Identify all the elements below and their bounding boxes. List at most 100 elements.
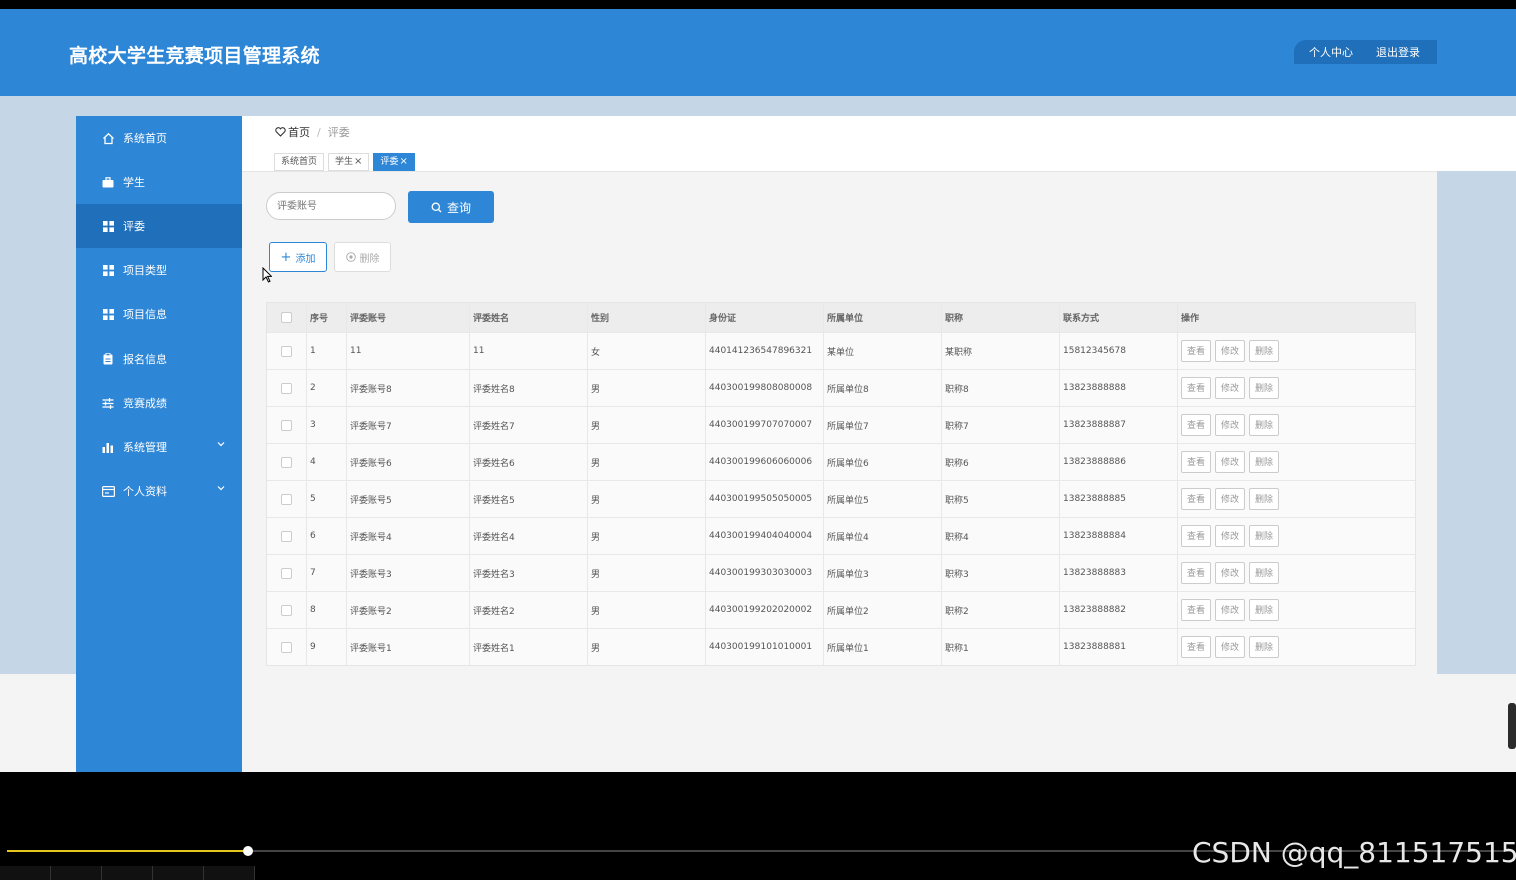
row-checkbox[interactable] xyxy=(281,382,292,394)
sliders-icon xyxy=(101,396,115,410)
progress-thumb[interactable] xyxy=(243,846,253,856)
tab-judges[interactable]: 评委 × xyxy=(373,153,415,171)
watermark: CSDN @qq_811517515 xyxy=(1192,836,1516,869)
table-cell: 13823888885 xyxy=(1059,481,1177,517)
table-cell: 职称1 xyxy=(941,629,1059,665)
table-cell: 7 xyxy=(306,555,346,591)
add-button[interactable]: + 添加 xyxy=(269,242,327,272)
edit-button[interactable]: 修改 xyxy=(1215,525,1246,547)
delete-button[interactable]: 删除 xyxy=(1249,414,1280,436)
sidebar-item-label: 竞赛成绩 xyxy=(123,397,167,410)
table-header-row: 序号 评委账号 评委姓名 性别 身份证 所属单位 职称 联系方式 操作 xyxy=(267,303,1415,332)
table-cell: 职称2 xyxy=(941,592,1059,628)
edit-button[interactable]: 修改 xyxy=(1215,599,1246,621)
delete-button[interactable]: 删除 xyxy=(1249,377,1280,399)
view-button[interactable]: 查看 xyxy=(1181,414,1212,436)
select-all-checkbox[interactable] xyxy=(281,312,292,323)
row-checkbox[interactable] xyxy=(281,493,292,505)
row-select-cell xyxy=(267,444,306,480)
edit-button[interactable]: 修改 xyxy=(1215,562,1246,584)
tab-student[interactable]: 学生 × xyxy=(328,153,370,171)
player-control-slot[interactable] xyxy=(153,866,204,880)
actions-cell: 查看 修改 删除 xyxy=(1177,592,1415,628)
breadcrumb-home[interactable]: 首页 xyxy=(288,124,310,140)
table-cell: 13823888884 xyxy=(1059,518,1177,554)
user-center-link[interactable]: 个人中心 xyxy=(1309,44,1353,60)
row-checkbox[interactable] xyxy=(281,641,292,653)
table-row: 3 评委账号7 评委姓名7 男 440300199707070007 所属单位7 职称7 13… xyxy=(267,406,1415,443)
table-cell: 男 xyxy=(587,518,705,554)
add-button-label: 添加 xyxy=(295,253,316,265)
table-cell: 440300199202020002 xyxy=(705,592,823,628)
sidebar-item-scores[interactable]: 竞赛成绩 xyxy=(76,381,242,425)
app-window: 高校大学生竞赛项目管理系统 个人中心 退出登录 系统首页 学生 评委 项目类型 … xyxy=(0,9,1516,772)
table-cell: 6 xyxy=(306,518,346,554)
edit-button[interactable]: 修改 xyxy=(1215,340,1246,362)
view-button[interactable]: 查看 xyxy=(1181,562,1212,584)
edit-button[interactable]: 修改 xyxy=(1215,414,1246,436)
sidebar-item-system-admin[interactable]: 系统管理 xyxy=(76,425,242,469)
delete-button[interactable]: 删除 xyxy=(1249,525,1280,547)
sidebar-item-project-info[interactable]: 项目信息 xyxy=(76,292,242,336)
row-checkbox[interactable] xyxy=(281,604,292,616)
table-cell: 男 xyxy=(587,444,705,480)
row-checkbox[interactable] xyxy=(281,567,292,579)
delete-button[interactable]: 删除 xyxy=(1249,488,1280,510)
sidebar-item-registration[interactable]: 报名信息 xyxy=(76,337,242,381)
view-button[interactable]: 查看 xyxy=(1181,599,1212,621)
close-icon[interactable]: × xyxy=(399,154,407,170)
delete-button[interactable]: 删除 xyxy=(1249,451,1280,473)
row-checkbox[interactable] xyxy=(281,456,292,468)
row-select-cell xyxy=(267,518,306,554)
table-cell: 评委姓名5 xyxy=(469,481,587,517)
table-cell: 评委账号4 xyxy=(346,518,469,554)
player-control-slot[interactable] xyxy=(102,866,153,880)
view-button[interactable]: 查看 xyxy=(1181,525,1212,547)
table-cell: 评委账号1 xyxy=(346,629,469,665)
sidebar-item-judges[interactable]: 评委 xyxy=(76,204,242,248)
table-cell: 所属单位2 xyxy=(823,592,941,628)
view-button[interactable]: 查看 xyxy=(1181,340,1212,362)
table-cell: 职称7 xyxy=(941,407,1059,443)
delete-button[interactable]: 删除 xyxy=(1249,636,1280,658)
close-icon[interactable]: × xyxy=(354,154,362,170)
edit-button[interactable]: 修改 xyxy=(1215,636,1246,658)
sidebar-item-home[interactable]: 系统首页 xyxy=(76,116,242,160)
mouse-cursor-icon xyxy=(262,266,273,287)
batch-delete-button[interactable]: 删除 xyxy=(334,242,391,272)
edit-button[interactable]: 修改 xyxy=(1215,451,1246,473)
table-cell: 男 xyxy=(587,370,705,406)
sidebar-item-student[interactable]: 学生 xyxy=(76,160,242,204)
table-cell: 440300199404040004 xyxy=(705,518,823,554)
query-button[interactable]: 查询 xyxy=(408,191,494,223)
row-checkbox[interactable] xyxy=(281,530,292,542)
view-button[interactable]: 查看 xyxy=(1181,488,1212,510)
tab-home[interactable]: 系统首页 xyxy=(274,153,325,171)
sidebar-item-project-type[interactable]: 项目类型 xyxy=(76,248,242,292)
logout-link[interactable]: 退出登录 xyxy=(1376,44,1420,60)
table-row: 8 评委账号2 评委姓名2 男 440300199202020002 所属单位2 职称2 13… xyxy=(267,591,1415,628)
row-checkbox[interactable] xyxy=(281,419,292,431)
player-control-slot[interactable] xyxy=(51,866,102,880)
search-input[interactable] xyxy=(266,192,396,220)
judges-table: 序号 评委账号 评委姓名 性别 身份证 所属单位 职称 联系方式 操作 1 11 1… xyxy=(266,302,1416,666)
delete-button[interactable]: 删除 xyxy=(1249,340,1280,362)
player-control-slot[interactable] xyxy=(204,866,255,880)
delete-button[interactable]: 删除 xyxy=(1249,562,1280,584)
sidebar-item-profile[interactable]: 个人资料 xyxy=(76,469,242,513)
scroll-handle[interactable] xyxy=(1508,703,1516,749)
player-control-slot[interactable] xyxy=(0,866,51,880)
view-button[interactable]: 查看 xyxy=(1181,377,1212,399)
edit-button[interactable]: 修改 xyxy=(1215,377,1246,399)
row-checkbox[interactable] xyxy=(281,345,292,357)
table-cell: 4 xyxy=(306,444,346,480)
column-header: 身份证 xyxy=(705,303,823,332)
main-content: 首页 / 评委 系统首页 学生 × 评委 × 评委账号 查询 + 添加 删除 序… xyxy=(242,116,1516,772)
sidebar-item-label: 学生 xyxy=(123,176,145,189)
view-button[interactable]: 查看 xyxy=(1181,451,1212,473)
delete-button[interactable]: 删除 xyxy=(1249,599,1280,621)
view-button[interactable]: 查看 xyxy=(1181,636,1212,658)
table-cell: 440300199808080008 xyxy=(705,370,823,406)
edit-button[interactable]: 修改 xyxy=(1215,488,1246,510)
top-bar: 首页 / 评委 系统首页 学生 × 评委 × xyxy=(242,116,1516,172)
